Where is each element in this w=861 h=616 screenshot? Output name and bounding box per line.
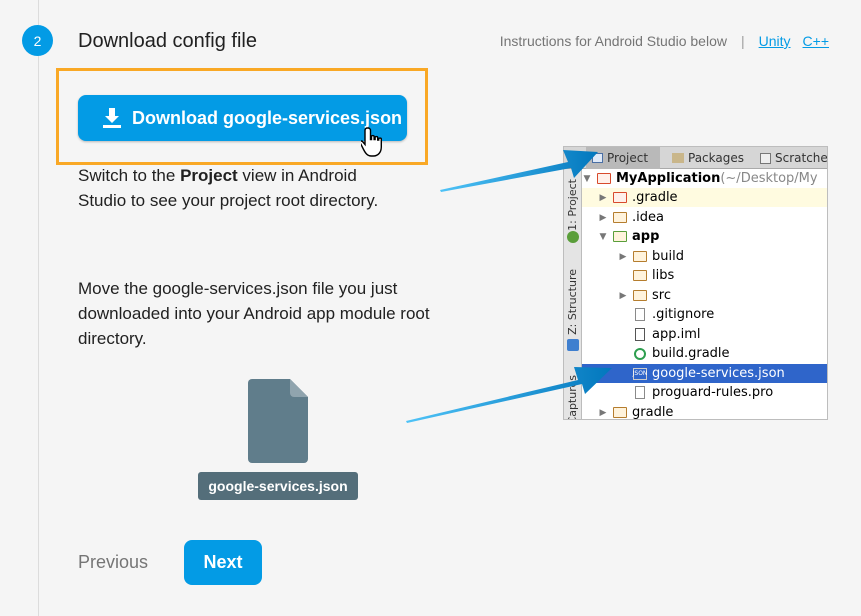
folder-icon [612,407,628,419]
tree-label: gradle [632,405,674,420]
hand-cursor-icon [361,127,382,157]
para1-bold-project: Project [180,166,238,185]
android-module-icon [612,231,628,243]
root-project-path: (~/Desktop/My [720,171,818,186]
tree-row-proguard: proguard-rules.pro [582,383,827,402]
folder-icon [632,251,648,263]
tree-label: .idea [632,210,664,225]
scratches-tab-icon [760,152,771,164]
side-label-project: 1: Project [566,179,579,231]
ide-tab-bar: Project Packages Scratches [564,147,828,169]
expand-arrow-icon: ▼ [583,173,591,184]
tree-row-google-services-json: JSON google-services.json [582,364,827,383]
tree-label: google-services.json [652,366,785,381]
ide-tab-scratches-label: Scratches [775,151,828,165]
ide-tab-project-label: Project [607,151,649,165]
project-tab-icon [592,153,603,163]
folder-icon [632,270,648,282]
tree-label: proguard-rules.pro [652,385,774,400]
folder-icon [632,290,648,302]
ide-tab-project: Project [586,147,660,169]
module-folder-icon [596,173,612,185]
para1-text-start: Switch to the [78,166,181,185]
step-title: Download config file [78,30,257,52]
step-rail [38,0,39,616]
collapse-arrow-icon: ▶ [599,407,607,418]
gradle-icon [632,347,648,360]
tree-label: src [652,288,671,303]
tree-row-src: ▶ src [582,286,827,305]
tree-row-app-iml: app.iml [582,325,827,344]
tree-label: app [632,229,660,244]
collapse-arrow-icon: ▶ [599,212,607,223]
ide-tab-packages-label: Packages [688,151,744,165]
tree-row-build-gradle: build.gradle [582,344,827,363]
tree-row-idea: ▶ .idea [582,208,827,227]
collapse-arrow-icon: ▶ [599,192,607,203]
tree-row-app: ▼ app [582,227,827,246]
tree-row-gradle: ▶ gradle [582,403,827,420]
instructions-text: Instructions for Android Studio below [499,33,727,49]
packages-tab-icon [672,153,684,163]
side-label-captures: Captures [566,375,579,420]
platform-instructions: Instructions for Android Studio below | … [500,33,829,49]
file-icon [632,386,648,399]
folder-icon [612,192,628,204]
collapse-arrow-icon: ▶ [619,251,627,262]
tree-row-root: ▼ MyApplication (~/Desktop/My [582,169,827,188]
expand-arrow-icon: ▼ [599,231,607,242]
next-button[interactable]: Next [184,540,262,585]
tree-label: build [652,249,684,264]
tree-label: app.iml [652,327,701,342]
download-config-button[interactable]: Download google-services.json [78,95,407,141]
ide-side-toolbar: 1: Project Z: Structure Captures [564,169,582,420]
side-label-structure: Z: Structure [566,269,579,335]
tree-label: libs [652,268,675,283]
tree-row-build: ▶ build [582,247,827,266]
tree-label: .gitignore [652,307,715,322]
project-view-instruction: Switch to the Project view in Android St… [78,163,408,213]
file-icon [632,308,648,321]
ide-tab-scratches: Scratches [756,147,828,169]
tree-row-gradle-dir: ▶ .gradle [582,188,827,207]
unity-link[interactable]: Unity [759,33,791,49]
tree-label: .gradle [632,190,678,205]
instructions-separator: | [740,33,745,49]
ide-tab-packages: Packages [668,147,750,169]
move-file-instruction: Move the google-services.json file you j… [78,279,430,348]
json-file-icon [248,379,308,463]
android-studio-screenshot: Project Packages Scratches 1: Project Z:… [563,146,828,420]
tree-label: build.gradle [652,346,730,361]
android-icon [567,231,579,243]
cpp-link[interactable]: C++ [803,33,829,49]
file-icon [632,328,648,341]
previous-button[interactable]: Previous [78,552,148,573]
folder-icon [612,212,628,224]
tree-row-gitignore: .gitignore [582,305,827,324]
collapse-arrow-icon: ▶ [619,290,627,301]
step-number-badge: 2 [22,25,53,56]
download-icon [103,108,121,128]
structure-icon [567,339,579,351]
root-project-name: MyApplication [616,171,721,186]
tree-row-libs: libs [582,266,827,285]
json-file-label: google-services.json [198,472,358,500]
json-icon: JSON [632,367,648,380]
